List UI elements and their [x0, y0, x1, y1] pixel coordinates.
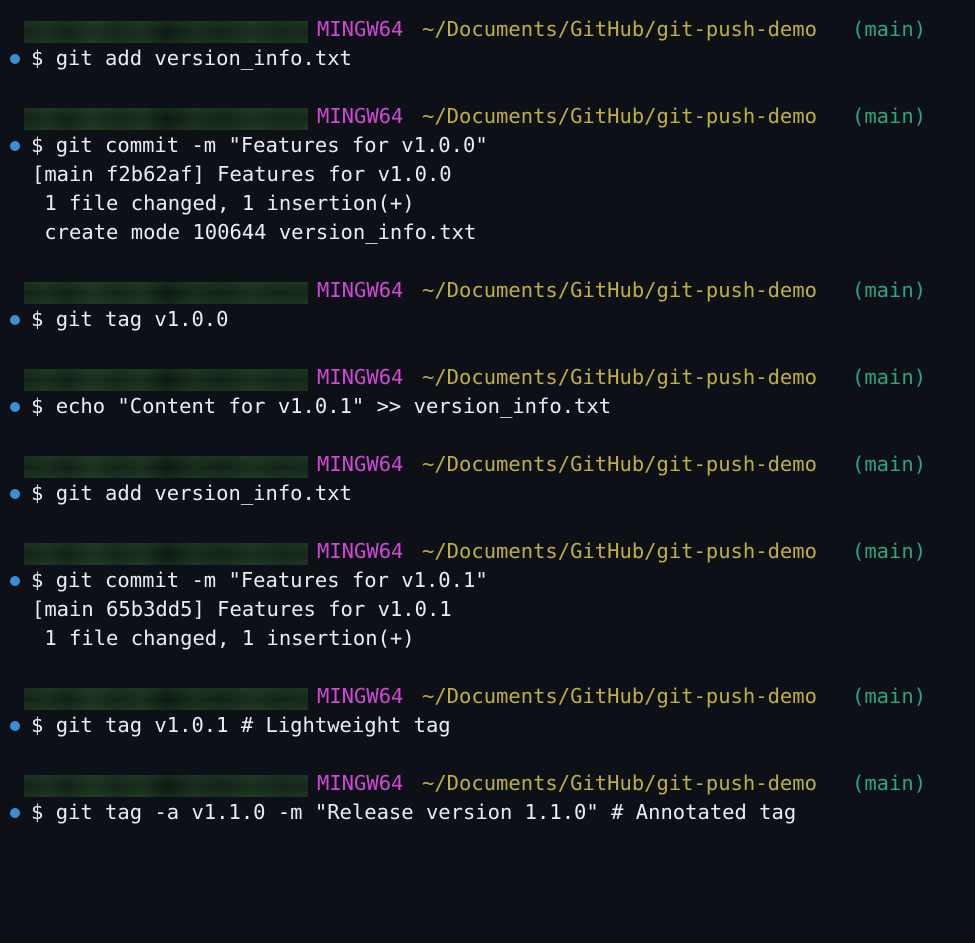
- command-line[interactable]: $ git tag -a v1.1.0 -m "Release version …: [0, 798, 796, 827]
- command-line[interactable]: $ git add version_info.txt: [0, 44, 352, 73]
- prompt-path: ~/Documents/GitHub/git-push-demo: [422, 17, 817, 41]
- redacted-username: [24, 543, 308, 565]
- prompt-host: MINGW64: [317, 771, 404, 795]
- redacted-username: [24, 775, 308, 797]
- prompt-line: MINGW64 ~/Documents/GitHub/git-push-demo…: [0, 15, 926, 44]
- prompt-line: MINGW64 ~/Documents/GitHub/git-push-demo…: [0, 102, 926, 131]
- output-text: 1 file changed, 1 insertion(+): [32, 626, 415, 650]
- command-text: $ git tag -a v1.1.0 -m "Release version …: [31, 798, 796, 827]
- command: echo "Content for v1.0.1" >> version_inf…: [55, 394, 612, 418]
- prompt-line: MINGW64 ~/Documents/GitHub/git-push-demo…: [0, 537, 926, 566]
- prompt-host: MINGW64: [317, 684, 404, 708]
- prompt-branch: (main): [852, 684, 927, 708]
- prompt-symbol: $: [31, 46, 44, 70]
- command-line[interactable]: $ git commit -m "Features for v1.0.1": [0, 566, 488, 595]
- redacted-username: [24, 282, 308, 304]
- command-status-dot-icon: [10, 576, 20, 586]
- prompt-branch: (main): [852, 17, 927, 41]
- prompt-line: MINGW64 ~/Documents/GitHub/git-push-demo…: [0, 450, 926, 479]
- command-status-dot-icon: [10, 141, 20, 151]
- prompt-symbol: $: [31, 713, 44, 737]
- prompt-host: MINGW64: [317, 452, 404, 476]
- prompt-host: MINGW64: [317, 104, 404, 128]
- prompt-symbol: $: [31, 800, 44, 824]
- command-text: $ git add version_info.txt: [31, 44, 352, 73]
- prompt-host: MINGW64: [317, 539, 404, 563]
- redacted-username: [24, 108, 308, 130]
- command-status-dot-icon: [10, 315, 20, 325]
- command: git add version_info.txt: [55, 481, 352, 505]
- command-text: $ git commit -m "Features for v1.0.0": [31, 131, 488, 160]
- prompt-path: ~/Documents/GitHub/git-push-demo: [422, 278, 817, 302]
- command: git tag v1.0.0: [55, 307, 229, 331]
- redacted-username: [24, 456, 308, 478]
- command-text: $ echo "Content for v1.0.1" >> version_i…: [31, 392, 611, 421]
- prompt-path: ~/Documents/GitHub/git-push-demo: [422, 365, 817, 389]
- prompt-host: MINGW64: [317, 17, 404, 41]
- output-text: create mode 100644 version_info.txt: [32, 220, 477, 244]
- command-line[interactable]: $ git tag v1.0.0: [0, 305, 228, 334]
- command-status-dot-icon: [10, 402, 20, 412]
- prompt-host: MINGW64: [317, 278, 404, 302]
- command: git tag v1.0.1 # Lightweight tag: [55, 713, 451, 737]
- prompt-path: ~/Documents/GitHub/git-push-demo: [422, 684, 817, 708]
- prompt-branch: (main): [852, 104, 927, 128]
- output-line: create mode 100644 version_info.txt: [0, 218, 476, 247]
- command-text: $ git tag v1.0.0: [31, 305, 228, 334]
- redacted-username: [24, 369, 308, 391]
- prompt-branch: (main): [852, 539, 927, 563]
- output-text: [main 65b3dd5] Features for v1.0.1: [32, 597, 452, 621]
- prompt-line: MINGW64 ~/Documents/GitHub/git-push-demo…: [0, 276, 926, 305]
- output-text: 1 file changed, 1 insertion(+): [32, 191, 415, 215]
- command-status-dot-icon: [10, 54, 20, 64]
- output-text: [main f2b62af] Features for v1.0.0: [32, 162, 452, 186]
- prompt-symbol: $: [31, 568, 44, 592]
- command: git commit -m "Features for v1.0.1": [55, 568, 488, 592]
- prompt-branch: (main): [852, 278, 927, 302]
- terminal-window[interactable]: MINGW64 ~/Documents/GitHub/git-push-demo…: [0, 0, 975, 835]
- prompt-branch: (main): [852, 771, 927, 795]
- redacted-username: [24, 21, 308, 43]
- redacted-username: [24, 688, 308, 710]
- output-line: 1 file changed, 1 insertion(+): [0, 624, 414, 653]
- prompt-branch: (main): [852, 365, 927, 389]
- command-line[interactable]: $ git commit -m "Features for v1.0.0": [0, 131, 488, 160]
- prompt-path: ~/Documents/GitHub/git-push-demo: [422, 771, 817, 795]
- command: git commit -m "Features for v1.0.0": [55, 133, 488, 157]
- output-line: 1 file changed, 1 insertion(+): [0, 189, 414, 218]
- command-text: $ git add version_info.txt: [31, 479, 352, 508]
- prompt-path: ~/Documents/GitHub/git-push-demo: [422, 452, 817, 476]
- command-status-dot-icon: [10, 489, 20, 499]
- prompt-line: MINGW64 ~/Documents/GitHub/git-push-demo…: [0, 363, 926, 392]
- prompt-path: ~/Documents/GitHub/git-push-demo: [422, 539, 817, 563]
- output-line: [main f2b62af] Features for v1.0.0: [0, 160, 452, 189]
- prompt-symbol: $: [31, 481, 44, 505]
- command: git tag -a v1.1.0 -m "Release version 1.…: [55, 800, 797, 824]
- command-text: $ git commit -m "Features for v1.0.1": [31, 566, 488, 595]
- command-text: $ git tag v1.0.1 # Lightweight tag: [31, 711, 451, 740]
- prompt-branch: (main): [852, 452, 927, 476]
- output-line: [main 65b3dd5] Features for v1.0.1: [0, 595, 452, 624]
- command-line[interactable]: $ git add version_info.txt: [0, 479, 352, 508]
- prompt-host: MINGW64: [317, 365, 404, 389]
- prompt-line: MINGW64 ~/Documents/GitHub/git-push-demo…: [0, 682, 926, 711]
- prompt-symbol: $: [31, 307, 44, 331]
- command-line[interactable]: $ echo "Content for v1.0.1" >> version_i…: [0, 392, 611, 421]
- prompt-symbol: $: [31, 394, 44, 418]
- prompt-path: ~/Documents/GitHub/git-push-demo: [422, 104, 817, 128]
- command: git add version_info.txt: [55, 46, 352, 70]
- prompt-symbol: $: [31, 133, 44, 157]
- command-line[interactable]: $ git tag v1.0.1 # Lightweight tag: [0, 711, 451, 740]
- prompt-line: MINGW64 ~/Documents/GitHub/git-push-demo…: [0, 769, 926, 798]
- command-status-dot-icon: [10, 721, 20, 731]
- command-status-dot-icon: [10, 808, 20, 818]
